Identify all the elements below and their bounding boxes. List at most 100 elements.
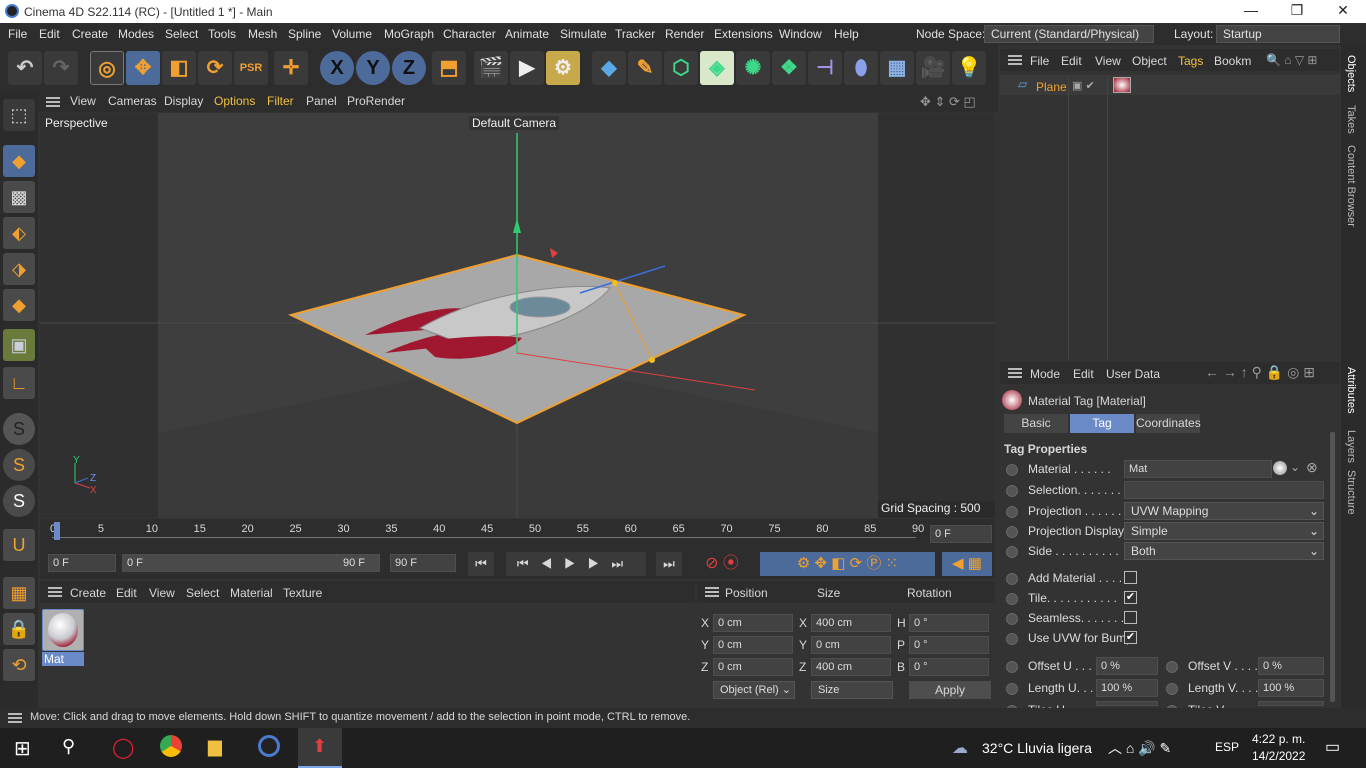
render-view-icon[interactable]: 🎬	[474, 51, 508, 85]
viewport-camera-label[interactable]: Default Camera	[469, 116, 560, 130]
size-field[interactable]: 400 cm	[811, 614, 891, 632]
tab-structure[interactable]: Structure	[1345, 470, 1357, 515]
workplane-icon[interactable]: ▦	[3, 577, 35, 609]
material-name[interactable]: Mat	[42, 652, 84, 666]
mat-menu-view[interactable]: View	[149, 586, 175, 600]
objects-search-icons[interactable]: 🔍 ⌂ ▽ ⊞	[1266, 53, 1317, 67]
snap-settings-icon[interactable]: S	[3, 449, 35, 481]
side-dropdown[interactable]: Both ⌄	[1124, 542, 1324, 560]
mograph-icon[interactable]: ❖	[772, 51, 806, 85]
material-link-field[interactable]: Mat	[1124, 460, 1272, 478]
close-button[interactable]: ✕	[1320, 0, 1366, 23]
undo-icon[interactable]: ↶	[8, 51, 42, 85]
offset-v-field[interactable]: 0 %	[1258, 657, 1324, 675]
mat-menu-select[interactable]: Select	[186, 586, 219, 600]
material-preview-icon[interactable]	[1273, 461, 1287, 475]
scale-tool-icon[interactable]: ◧	[162, 51, 196, 85]
rotation-field[interactable]: 0 °	[909, 658, 989, 676]
x-axis-icon[interactable]: X	[320, 51, 354, 85]
tab-objects[interactable]: Objects	[1345, 55, 1357, 92]
tab-coordinates[interactable]: Coordinates	[1136, 414, 1201, 433]
material-tag-icon[interactable]	[1113, 77, 1131, 93]
language-indicator[interactable]: ESP	[1215, 740, 1239, 754]
menu-mograph[interactable]: MoGraph	[384, 27, 434, 41]
material-thumbnail[interactable]	[42, 609, 84, 651]
playhead[interactable]	[54, 522, 60, 540]
tab-content-browser[interactable]: Content Browser	[1345, 145, 1357, 227]
file-explorer-icon[interactable]: ▆	[208, 736, 222, 757]
keyframe-filter-icons[interactable]: ⚙ ✥ ◧ ⟳ Ⓟ ⁙	[760, 552, 935, 576]
viewport[interactable]: Perspective Default Camera Y Z X Grid Sp…	[40, 113, 995, 518]
material-dropdown-icon[interactable]: ⌄	[1290, 460, 1300, 474]
attr-menu-edit[interactable]: Edit	[1073, 367, 1094, 381]
mat-menu-create[interactable]: Create	[70, 586, 106, 600]
add-material-checkbox[interactable]	[1124, 571, 1137, 584]
mat-menu-material[interactable]: Material	[230, 586, 273, 600]
polygons-mode-icon[interactable]: ◆	[3, 289, 35, 321]
tray-icons[interactable]: ︿ ⌂ 🔊 ✎	[1108, 738, 1171, 758]
menu-spline[interactable]: Spline	[288, 27, 321, 41]
clock-time[interactable]: 4:22 p. m.	[1252, 732, 1305, 746]
use-uvw-bump-checkbox[interactable]: ✔	[1124, 631, 1137, 644]
obj-menu-object[interactable]: Object	[1132, 54, 1167, 68]
edges-mode-icon[interactable]: ⬗	[3, 253, 35, 285]
clock-date[interactable]: 14/2/2022	[1252, 749, 1305, 763]
viewport-menu-icon[interactable]	[46, 97, 60, 107]
menu-tools[interactable]: Tools	[208, 27, 236, 41]
transform-tool-icon[interactable]: ✛	[274, 51, 308, 85]
extrude-icon[interactable]: ◈	[700, 51, 734, 85]
axis-mode-icon[interactable]: ∟	[3, 367, 35, 399]
go-to-start-icon[interactable]: ⏮	[468, 552, 494, 576]
notifications-icon[interactable]: ▭	[1325, 737, 1340, 757]
sound-timeline-icons[interactable]: ◀ ▦	[942, 552, 992, 576]
attributes-scrollbar[interactable]	[1330, 432, 1335, 702]
length-u-field[interactable]: 100 %	[1096, 679, 1158, 697]
vp-menu-panel[interactable]: Panel	[306, 94, 337, 108]
coord-menu-icon[interactable]	[705, 587, 719, 597]
tab-layers[interactable]: Layers	[1345, 430, 1357, 463]
attributes-menu-icon[interactable]	[1008, 368, 1022, 378]
obj-menu-bookmarks[interactable]: Bookm	[1214, 54, 1251, 68]
snap-icon[interactable]: S	[3, 413, 35, 445]
apply-button[interactable]: Apply	[909, 681, 991, 699]
attr-menu-mode[interactable]: Mode	[1030, 367, 1060, 381]
menu-help[interactable]: Help	[834, 27, 859, 41]
field-icon[interactable]: ⬮	[844, 51, 878, 85]
tab-takes[interactable]: Takes	[1345, 105, 1357, 134]
lock-workplane-icon[interactable]: 🔒	[3, 613, 35, 645]
coordinate-system-icon[interactable]: ⬒	[432, 51, 466, 85]
menu-volume[interactable]: Volume	[332, 27, 372, 41]
live-selection-icon[interactable]: ◎	[90, 51, 124, 85]
projection-display-dropdown[interactable]: Simple ⌄	[1124, 522, 1324, 540]
coord-size-dropdown[interactable]: Size	[811, 681, 893, 699]
selection-field[interactable]	[1124, 481, 1324, 499]
tab-tag[interactable]: Tag	[1070, 414, 1134, 433]
viewport-nav-icons[interactable]: ✥ ⇕ ⟳ ◰	[920, 94, 976, 110]
make-editable-icon[interactable]: ⬚	[3, 99, 35, 131]
vp-menu-cameras[interactable]: Cameras	[108, 94, 157, 108]
objects-menu-icon[interactable]	[1008, 55, 1022, 65]
vp-menu-view[interactable]: View	[70, 94, 96, 108]
subdivision-icon[interactable]: ⬡	[664, 51, 698, 85]
go-to-end-icon[interactable]: ⏭	[656, 552, 682, 576]
playback-controls-icon[interactable]: ⏮◀▶▶⏭	[506, 552, 646, 576]
size-field[interactable]: 400 cm	[811, 658, 891, 676]
menu-edit[interactable]: Edit	[39, 27, 60, 41]
material-menu-icon[interactable]	[48, 587, 62, 597]
menu-file[interactable]: File	[8, 27, 27, 41]
render-settings-icon[interactable]: ⚙	[546, 51, 580, 85]
record-keys-icon[interactable]: ⊘ ⦿	[694, 552, 750, 576]
tiles-v-field[interactable]: 1	[1258, 701, 1324, 706]
length-v-field[interactable]: 100 %	[1258, 679, 1324, 697]
vp-menu-display[interactable]: Display	[164, 94, 203, 108]
start-frame-field[interactable]: 0 F	[48, 554, 116, 572]
weather-text[interactable]: 32°C Lluvia ligera	[982, 740, 1092, 756]
magnet-icon[interactable]: U	[3, 529, 35, 561]
menu-character[interactable]: Character	[443, 27, 496, 41]
tiles-u-field[interactable]: 1	[1096, 701, 1158, 706]
mat-menu-edit[interactable]: Edit	[116, 586, 137, 600]
quantize-icon[interactable]: S	[3, 485, 35, 517]
status-menu-icon[interactable]	[8, 713, 22, 723]
workplane-align-icon[interactable]: ⟲	[3, 649, 35, 681]
coord-mode-dropdown[interactable]: Object (Rel) ⌄	[713, 681, 795, 699]
